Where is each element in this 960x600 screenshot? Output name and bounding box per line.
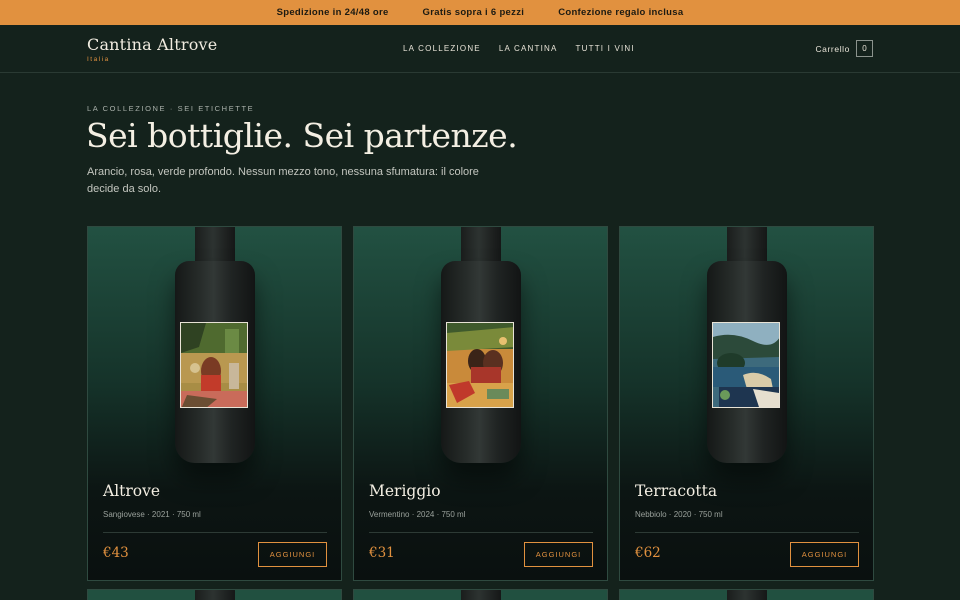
bottle-label-artwork <box>712 322 780 408</box>
product-meta: Nebbiolo · 2020 · 750 ml <box>635 510 723 519</box>
promo-item-gift: Confezione regalo inclusa <box>558 7 684 18</box>
promo-item-shipping: Spedizione in 24/48 ore <box>276 7 389 18</box>
product-name[interactable]: Meriggio <box>369 482 441 500</box>
product-price: €43 <box>103 545 129 561</box>
divider <box>369 532 593 533</box>
product-meta: Vermentino · 2024 · 750 ml <box>369 510 466 519</box>
page-title: Sei bottiglie. Sei partenze. <box>86 116 518 155</box>
bottle-neck <box>727 590 767 600</box>
divider <box>635 532 859 533</box>
main-nav: LA COLLEZIONE LA CANTINA TUTTI I VINI <box>403 44 635 53</box>
brand-logo[interactable]: Cantina Altrove Italia <box>87 35 217 63</box>
product-price: €31 <box>369 545 395 561</box>
section-eyebrow: LA COLLEZIONE · SEI ETICHETTE <box>87 104 255 113</box>
product-card-partial[interactable] <box>353 589 608 600</box>
cart-label: Carrello <box>815 43 850 54</box>
product-name[interactable]: Terracotta <box>635 482 717 500</box>
cart-count-badge: 0 <box>856 40 873 57</box>
product-card-partial[interactable] <box>87 589 342 600</box>
add-to-cart-button[interactable]: AGGIUNGI <box>790 542 859 567</box>
product-meta: Sangiovese · 2021 · 750 ml <box>103 510 201 519</box>
bottle-neck <box>461 590 501 600</box>
promo-item-free: Gratis sopra i 6 pezzi <box>422 7 525 18</box>
site-header: Cantina Altrove Italia LA COLLEZIONE LA … <box>0 25 960 73</box>
product-card-partial[interactable] <box>619 589 874 600</box>
intro-text: Arancio, rosa, verde profondo. Nessun me… <box>87 166 479 195</box>
brand-name: Cantina Altrove <box>87 35 218 54</box>
nav-item-cantina[interactable]: LA CANTINA <box>499 44 558 53</box>
promo-bar: Spedizione in 24/48 ore Gratis sopra i 6… <box>0 0 960 25</box>
divider <box>103 532 327 533</box>
add-to-cart-button[interactable]: AGGIUNGI <box>258 542 327 567</box>
brand-subtitle: Italia <box>87 56 110 63</box>
cart-button[interactable]: Carrello 0 <box>815 40 873 57</box>
bottle-label-artwork <box>180 322 248 408</box>
product-card[interactable]: Terracotta Nebbiolo · 2020 · 750 ml €62 … <box>619 226 874 581</box>
bottle-neck <box>195 590 235 600</box>
add-to-cart-button[interactable]: AGGIUNGI <box>524 542 593 567</box>
bottle-label-artwork <box>446 322 514 408</box>
nav-item-tutti-vini[interactable]: TUTTI I VINI <box>576 44 635 53</box>
product-name[interactable]: Altrove <box>103 482 160 500</box>
product-price: €62 <box>635 545 661 561</box>
nav-item-collezione[interactable]: LA COLLEZIONE <box>403 44 481 53</box>
product-card[interactable]: Altrove Sangiovese · 2021 · 750 ml €43 A… <box>87 226 342 581</box>
product-card[interactable]: Meriggio Vermentino · 2024 · 750 ml €31 … <box>353 226 608 581</box>
